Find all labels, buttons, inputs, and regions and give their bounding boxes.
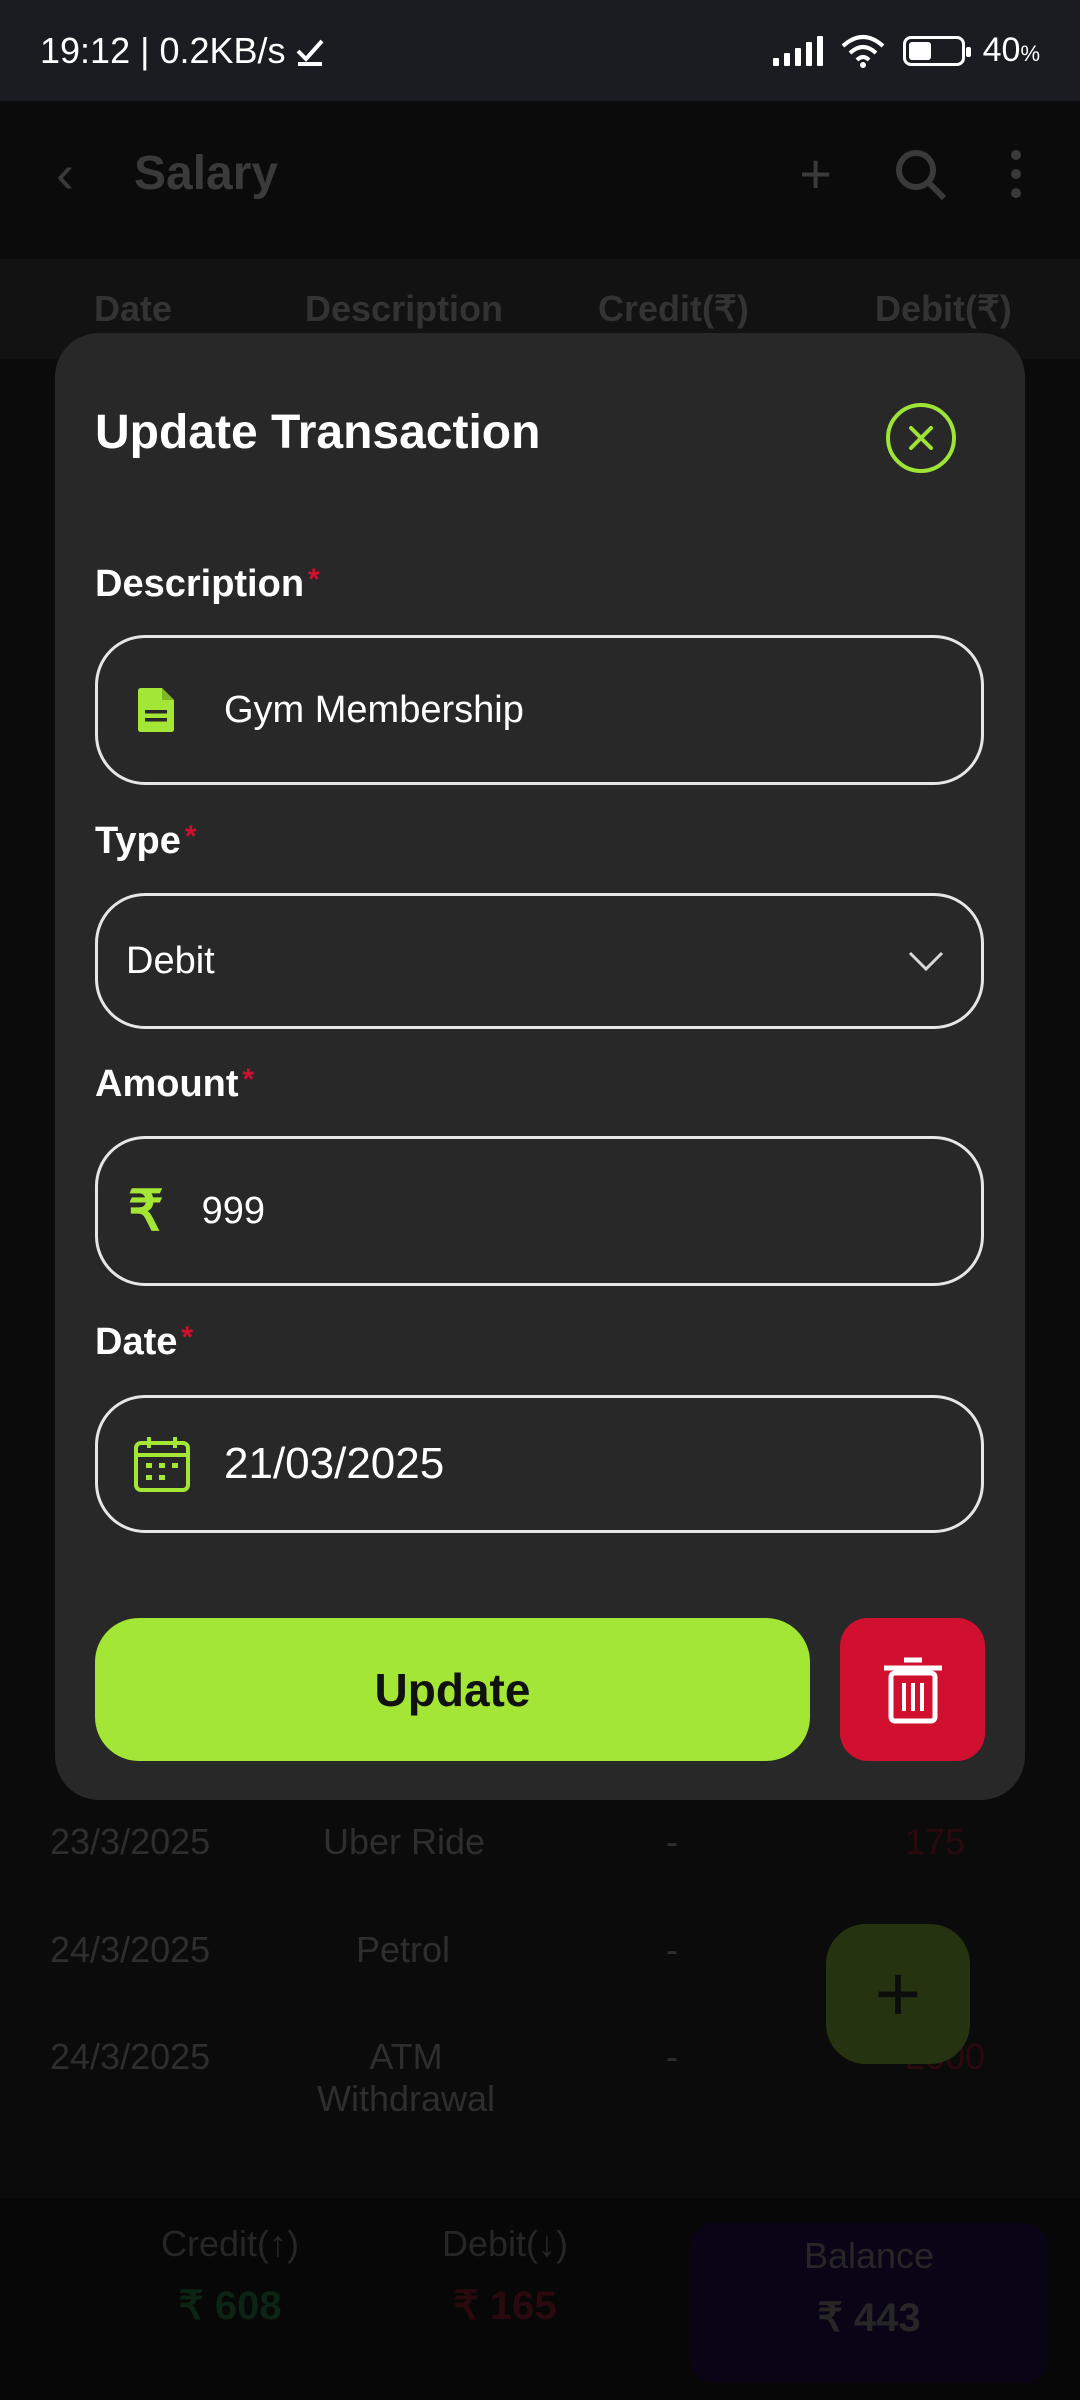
more-vert-icon[interactable] (1008, 149, 1024, 199)
app-bar: ‹ Salary + (0, 101, 1080, 246)
header-description: Description (305, 288, 504, 329)
description-field[interactable]: Gym Membership (95, 635, 984, 785)
update-transaction-dialog: Update Transaction Description * Gym Memb… (55, 333, 1025, 1800)
row-date: 24/3/2025 (50, 2036, 211, 2077)
add-transaction-fab[interactable]: + (826, 1924, 970, 2064)
chevron-down-icon (908, 951, 944, 972)
row-credit: - (666, 2036, 678, 2077)
row-debit: 175 (905, 1821, 966, 1862)
amount-field[interactable]: ₹ 999 (95, 1136, 984, 1286)
header-credit: Credit(₹) (598, 288, 749, 329)
row-credit: - (666, 1929, 678, 1970)
credit-summary: Credit(↑) ₹ 608 (110, 2223, 350, 2329)
delete-button[interactable] (840, 1618, 985, 1761)
battery-icon (902, 35, 971, 66)
date-field[interactable]: 21/03/2025 (95, 1395, 984, 1533)
description-label: Description * (95, 563, 320, 605)
row-description: Uber Ride (323, 1821, 486, 1862)
type-label: Type * (95, 820, 197, 862)
wifi-icon (841, 34, 884, 68)
type-value: Debit (126, 939, 215, 982)
close-icon (909, 426, 933, 450)
battery-level: 40% (982, 31, 1040, 69)
amount-label: Amount * (95, 1063, 255, 1105)
row-date: 24/3/2025 (50, 1929, 211, 1970)
balance-value: ₹ 443 (817, 2296, 921, 2340)
dialog-title: Update Transaction (95, 406, 541, 459)
signal-icon (772, 35, 823, 66)
rupee-icon: ₹ (128, 1179, 164, 1242)
back-icon[interactable]: ‹ (56, 143, 74, 205)
status-time: 19:12 | 0.2KB/s (40, 29, 286, 71)
balance-summary: Balance ₹ 443 (690, 2223, 1048, 2341)
amount-value: 999 (201, 1189, 266, 1232)
debit-value: ₹ 165 (453, 2284, 557, 2328)
row-description: Petrol (356, 1929, 451, 1970)
status-bar: 19:12 | 0.2KB/s 40% (0, 0, 1080, 101)
search-icon[interactable] (892, 146, 948, 202)
type-select[interactable]: Debit (95, 893, 984, 1029)
row-description: ATM Withdrawal (316, 2036, 496, 2119)
description-value: Gym Membership (224, 688, 524, 731)
date-value: 21/03/2025 (224, 1439, 445, 1488)
app-title: Salary (133, 147, 279, 200)
update-button[interactable]: Update (95, 1618, 810, 1761)
credit-label: Credit(↑) (160, 2223, 299, 2264)
add-icon[interactable]: + (799, 141, 832, 206)
document-icon (138, 688, 174, 732)
debit-label: Debit(↓) (441, 2223, 569, 2264)
debit-summary: Debit(↓) ₹ 165 (385, 2223, 625, 2329)
date-label: Date * (95, 1321, 194, 1363)
close-button[interactable] (886, 403, 956, 473)
balance-label: Balance (803, 2235, 935, 2276)
download-done-icon (296, 39, 324, 66)
header-date: Date (94, 288, 173, 329)
row-credit: - (666, 1821, 678, 1862)
calendar-icon (134, 1437, 190, 1492)
row-date: 23/3/2025 (50, 1821, 211, 1862)
header-debit: Debit(₹) (875, 288, 1012, 329)
credit-value: ₹ 608 (178, 2284, 282, 2328)
trash-icon (883, 1657, 942, 1723)
